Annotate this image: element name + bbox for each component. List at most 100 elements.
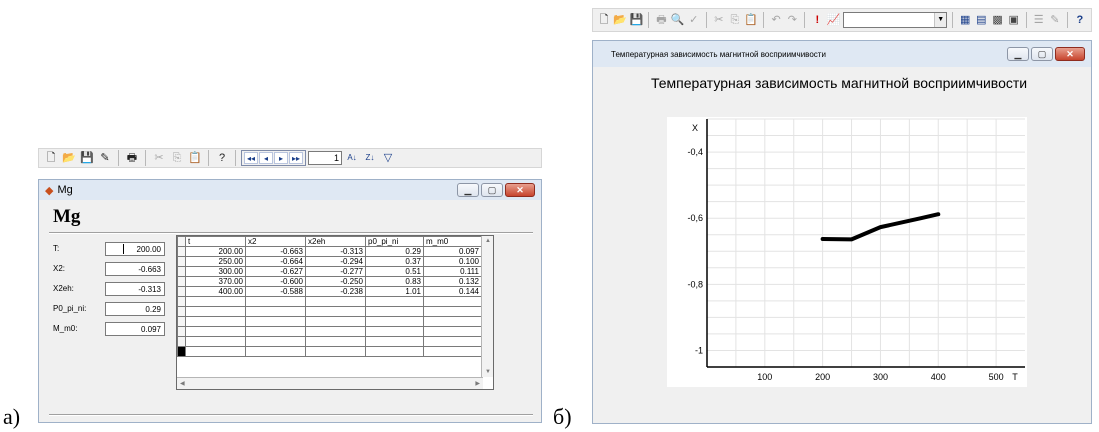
table-row[interactable]: 300.00 -0.627 -0.277 0.51 0.111 — [177, 266, 482, 277]
grid-cell[interactable]: 400.00 — [185, 286, 246, 297]
object-combo[interactable]: ▼ — [842, 12, 948, 28]
grid-cell[interactable]: -0.664 — [245, 256, 306, 267]
grid-cell[interactable]: -0.238 — [305, 286, 366, 297]
grid-cell[interactable]: -0.588 — [245, 286, 306, 297]
empty-row[interactable] — [177, 326, 482, 337]
empty-row[interactable] — [177, 306, 482, 317]
minimize-button[interactable]: ▁ — [457, 183, 479, 197]
open-icon[interactable]: 📂 — [613, 12, 627, 28]
scroll-up-icon[interactable]: ▲ — [485, 238, 491, 244]
grid-cell[interactable]: 0.37 — [365, 256, 424, 267]
next-record-button[interactable]: ▸ — [274, 152, 288, 164]
grid-cell[interactable]: 0.83 — [365, 276, 424, 287]
properties-icon[interactable]: ✎ — [1048, 12, 1062, 28]
grid-cell[interactable]: 300.00 — [185, 266, 246, 277]
prev-record-button[interactable]: ◂ — [259, 152, 273, 164]
maximize-button[interactable]: ▢ — [1031, 47, 1053, 61]
maximize-button[interactable]: ▢ — [481, 183, 503, 197]
column-header-x2eh[interactable]: x2eh — [305, 236, 366, 247]
grid-cell[interactable]: -0.250 — [305, 276, 366, 287]
print-preview-icon[interactable]: 🔍 — [671, 12, 685, 28]
chart-type-icon[interactable]: ▩ — [990, 12, 1004, 28]
minimize-button[interactable]: ▁ — [1007, 47, 1029, 61]
record-number-spinner[interactable]: 1 — [308, 151, 342, 165]
cut-icon[interactable]: ✂ — [712, 12, 726, 28]
column-header-m-m0[interactable]: m_m0 — [423, 236, 482, 247]
scroll-down-icon[interactable]: ▼ — [485, 369, 491, 375]
run-icon[interactable]: ! — [810, 12, 824, 28]
grid-cell[interactable]: -0.277 — [305, 266, 366, 277]
field-t-input[interactable]: 200.00 — [105, 242, 165, 256]
grid-cell[interactable]: 0.100 — [423, 256, 482, 267]
grid-cell[interactable]: 370.00 — [185, 276, 246, 287]
field-x2-input[interactable]: -0.663 — [105, 262, 165, 276]
field-m-m0-input[interactable]: 0.097 — [105, 322, 165, 336]
new-icon[interactable]: 🗋 — [597, 12, 611, 28]
grid-vertical-scrollbar[interactable]: ▲ ▼ — [481, 236, 493, 377]
new-icon[interactable]: 🗋 — [43, 150, 59, 166]
grid-cell[interactable]: 0.132 — [423, 276, 482, 287]
paste-icon[interactable]: 📋 — [744, 12, 758, 28]
grid-cell[interactable]: -0.600 — [245, 276, 306, 287]
help-icon[interactable]: ? — [214, 150, 230, 166]
redo-icon[interactable]: ↷ — [785, 12, 799, 28]
empty-row[interactable] — [177, 296, 482, 307]
scroll-left-icon[interactable]: ◀ — [180, 380, 185, 387]
empty-row[interactable] — [177, 336, 482, 347]
sort-ascending-icon[interactable]: A↓ — [344, 150, 360, 166]
empty-row[interactable] — [177, 346, 482, 357]
grid-cell[interactable]: 0.097 — [423, 246, 482, 257]
table-row[interactable]: 250.00 -0.664 -0.294 0.37 0.100 — [177, 256, 482, 267]
chart-format-icon[interactable]: ▣ — [1007, 12, 1021, 28]
filter-icon[interactable]: ▽ — [380, 150, 396, 166]
grid-cell[interactable]: -0.294 — [305, 256, 366, 267]
undo-icon[interactable]: ↶ — [769, 12, 783, 28]
field-p0-pi-ni-input[interactable]: 0.29 — [105, 302, 165, 316]
table-row[interactable]: 400.00 -0.588 -0.238 1.01 0.144 — [177, 286, 482, 297]
column-header-t[interactable]: t — [185, 236, 246, 247]
chart-icon[interactable]: ▤ — [974, 12, 988, 28]
copy-icon[interactable]: ⎘ — [728, 12, 742, 28]
paste-icon[interactable]: 📋 — [187, 150, 203, 166]
column-header-p0-pi-ni[interactable]: p0_pi_ni — [365, 236, 424, 247]
grid-horizontal-scrollbar[interactable]: ◀ ▶ — [177, 377, 483, 389]
toolbar-separator — [1025, 12, 1027, 28]
copy-icon[interactable]: ⎘ — [169, 150, 185, 166]
grid-cell[interactable]: -0.663 — [245, 246, 306, 257]
sort-descending-icon[interactable]: Z↓ — [362, 150, 378, 166]
help-icon[interactable]: ? — [1073, 12, 1087, 28]
empty-row[interactable] — [177, 316, 482, 327]
close-button[interactable]: ✕ — [1055, 47, 1085, 61]
last-record-button[interactable]: ▸▸ — [289, 152, 303, 164]
table-row[interactable]: 200.00 -0.663 -0.313 0.29 0.097 — [177, 246, 482, 257]
cut-icon[interactable]: ✂ — [151, 150, 167, 166]
divider — [49, 232, 533, 234]
legend-icon[interactable]: ☰ — [1032, 12, 1046, 28]
spell-icon[interactable]: ✓ — [687, 12, 701, 28]
grid-cell[interactable]: -0.627 — [245, 266, 306, 277]
column-header-x2[interactable]: x2 — [245, 236, 306, 247]
scroll-right-icon[interactable]: ▶ — [475, 380, 480, 387]
table-icon[interactable]: ▦ — [958, 12, 972, 28]
table-row[interactable]: 370.00 -0.600 -0.250 0.83 0.132 — [177, 276, 482, 287]
close-button[interactable]: ✕ — [505, 183, 535, 197]
field-label-t: T: — [53, 244, 60, 253]
grid-cell[interactable]: 0.29 — [365, 246, 424, 257]
save-icon[interactable]: 💾 — [629, 12, 644, 28]
grid-cell[interactable]: 1.01 — [365, 286, 424, 297]
first-record-button[interactable]: ◂◂ — [244, 152, 258, 164]
grid-cell[interactable]: 250.00 — [185, 256, 246, 267]
grid-cell[interactable]: 0.51 — [365, 266, 424, 277]
chart-wizard-icon[interactable]: 📈 — [826, 12, 841, 28]
print-icon[interactable]: 🖶 — [654, 12, 668, 28]
grid-cell[interactable]: -0.313 — [305, 246, 366, 257]
open-icon[interactable]: 📂 — [61, 150, 77, 166]
grid-cell[interactable]: 200.00 — [185, 246, 246, 257]
chevron-down-icon[interactable]: ▼ — [934, 13, 947, 27]
grid-cell[interactable]: 0.144 — [423, 286, 482, 297]
print-icon[interactable]: 🖶 — [124, 150, 140, 166]
edit-icon[interactable]: ✎ — [97, 150, 113, 166]
grid-cell[interactable]: 0.111 — [423, 266, 482, 277]
field-x2eh-input[interactable]: -0.313 — [105, 282, 165, 296]
save-icon[interactable]: 💾 — [79, 150, 95, 166]
